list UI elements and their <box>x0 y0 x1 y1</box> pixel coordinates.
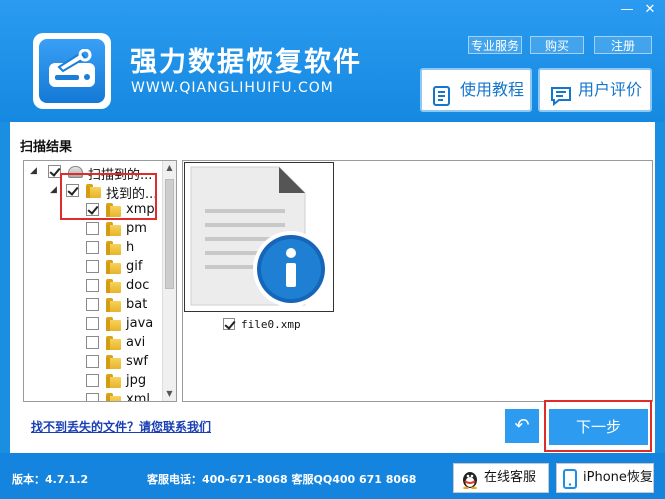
folder-icon <box>106 260 121 274</box>
back-button[interactable]: ↶ <box>505 409 539 443</box>
file-name: file0.xmp <box>241 318 301 331</box>
tree-scrollbar[interactable]: ▲ ▼ <box>162 161 176 401</box>
chat-bubble-icon <box>550 81 572 121</box>
tree-item-checkbox[interactable] <box>86 336 99 349</box>
document-icon <box>432 81 452 121</box>
app-url: WWW.QIANGLIHUIFU.COM <box>131 80 334 96</box>
user-review-button[interactable]: 用户评价 <box>538 68 652 112</box>
highlight-box-tree <box>60 173 157 220</box>
scroll-thumb[interactable] <box>165 179 174 289</box>
tree-item-checkbox[interactable] <box>86 317 99 330</box>
folder-icon <box>106 374 121 388</box>
app-header: — ✕ 强力数据恢复软件 WWW.QIANGLIHUIFU.COM 专业服务 购… <box>0 0 665 122</box>
app-title: 强力数据恢复软件 <box>130 47 362 78</box>
tree-item-checkbox[interactable] <box>86 393 99 401</box>
iphone-recovery-button[interactable]: iPhone恢复 <box>556 463 654 493</box>
tree-item-checkbox[interactable] <box>86 355 99 368</box>
online-service-label: 在线客服 <box>484 470 537 485</box>
folder-icon <box>106 279 121 293</box>
user-review-label: 用户评价 <box>578 80 643 99</box>
tree-item-avi[interactable]: avi <box>70 334 160 353</box>
iphone-recovery-label: iPhone恢复 <box>583 470 653 485</box>
collapse-arrow-icon[interactable]: ◢ <box>50 185 57 195</box>
app-footer: 版本：4.7.1.2 客服电话：400-671-8068 客服QQ400 671… <box>0 453 665 499</box>
folder-icon <box>106 336 121 350</box>
close-button[interactable]: ✕ <box>639 2 661 18</box>
scroll-up-arrow[interactable]: ▲ <box>163 161 176 175</box>
file-checkbox[interactable] <box>223 318 235 330</box>
tree-item-checkbox[interactable] <box>86 241 99 254</box>
app-logo <box>33 33 111 109</box>
buy-link[interactable]: 购买 <box>530 36 584 54</box>
tree-item-label: avi <box>126 335 146 350</box>
tree-item-checkbox[interactable] <box>86 298 99 311</box>
tree-item-label: jpg <box>126 373 147 388</box>
minimize-button[interactable]: — <box>616 2 638 18</box>
tutorial-button[interactable]: 使用教程 <box>420 68 532 112</box>
folder-icon <box>106 317 121 331</box>
main-panel: 扫描结果 ◢ 扫描到的... ◢ 找到的... xmp pm h gif doc bat j… <box>10 122 655 453</box>
tree-item-java[interactable]: java <box>70 315 160 334</box>
tree-item-label: doc <box>126 278 150 293</box>
tree-item-swf[interactable]: swf <box>70 353 160 372</box>
version-label: 版本：4.7.1.2 <box>12 473 89 486</box>
folder-icon <box>106 355 121 369</box>
folder-icon <box>106 393 121 401</box>
folder-icon <box>106 222 121 236</box>
tree-item-label: pm <box>126 221 147 236</box>
tree-item-xml[interactable]: xml <box>70 391 160 402</box>
folder-icon <box>106 241 121 255</box>
qq-penguin-icon <box>460 469 480 499</box>
contact-us-link[interactable]: 找不到丢失的文件？请您联系我们 <box>31 418 211 435</box>
tree-item-label: java <box>126 316 154 331</box>
hard-drive-wrench-icon <box>39 39 105 103</box>
tree-item-bat[interactable]: bat <box>70 296 160 315</box>
highlight-box-next: 下一步 <box>544 400 652 452</box>
file-thumbnail[interactable] <box>184 162 334 312</box>
scan-results-label: 扫描结果 <box>20 140 73 155</box>
phone-icon <box>563 469 577 499</box>
tree-item-label: bat <box>126 297 148 312</box>
register-link[interactable]: 注册 <box>594 36 652 54</box>
tree-item-pm[interactable]: pm <box>70 220 160 239</box>
tree-item-label: h <box>126 240 135 255</box>
undo-arrow-icon: ↶ <box>514 415 530 436</box>
tree-item-checkbox[interactable] <box>86 260 99 273</box>
folder-icon <box>106 298 121 312</box>
tree-item-h[interactable]: h <box>70 239 160 258</box>
tree-item-gif[interactable]: gif <box>70 258 160 277</box>
tutorial-label: 使用教程 <box>460 80 525 99</box>
tree-item-checkbox[interactable] <box>86 222 99 235</box>
document-info-icon <box>190 166 329 307</box>
pro-service-link[interactable]: 专业服务 <box>468 36 522 54</box>
tree-item-label: xml <box>126 392 150 402</box>
tree-item-doc[interactable]: doc <box>70 277 160 296</box>
tree-item-label: swf <box>126 354 148 369</box>
file-preview-area[interactable]: file0.xmp <box>182 160 653 402</box>
tree-item-jpg[interactable]: jpg <box>70 372 160 391</box>
scroll-down-arrow[interactable]: ▼ <box>163 387 176 401</box>
tree-item-label: gif <box>126 259 143 274</box>
collapse-arrow-icon[interactable]: ◢ <box>30 166 37 176</box>
tree-item-checkbox[interactable] <box>86 374 99 387</box>
online-service-button[interactable]: 在线客服 <box>453 463 549 493</box>
next-step-button[interactable]: 下一步 <box>549 409 648 445</box>
tree-item-checkbox[interactable] <box>86 279 99 292</box>
service-hotline: 客服电话：400-671-8068 客服QQ400 671 8068 <box>147 473 417 486</box>
